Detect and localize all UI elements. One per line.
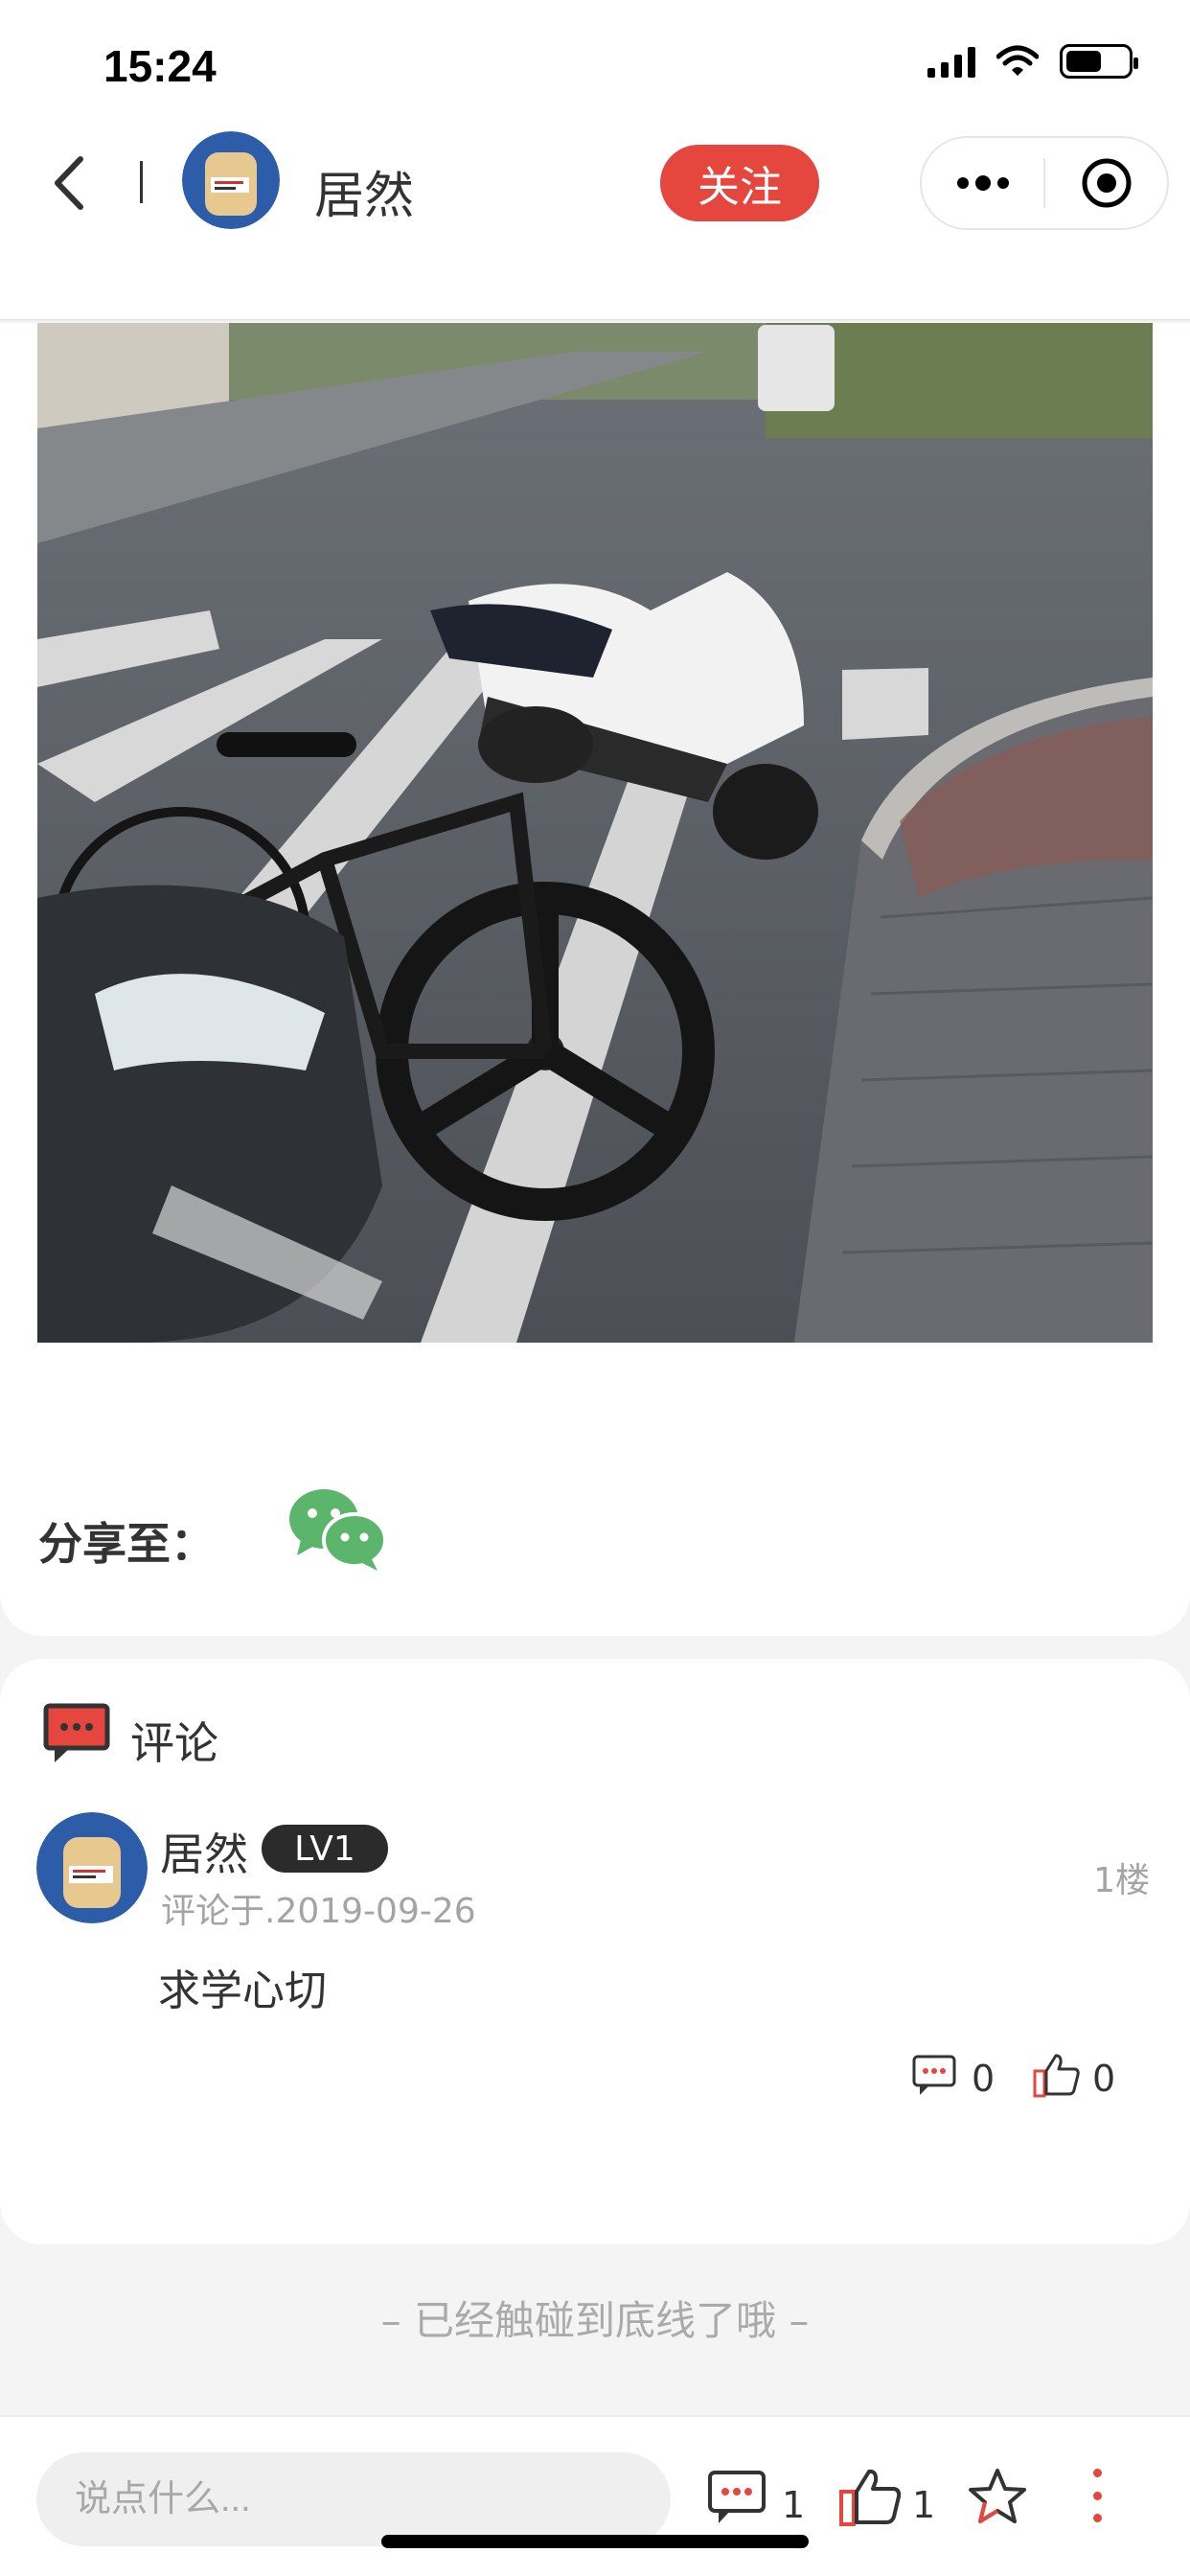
comment-section-icon [43, 1703, 110, 1762]
status-icons [927, 44, 1138, 79]
like-count: 1 [912, 2484, 936, 2526]
author-avatar[interactable] [182, 131, 280, 229]
post-photo[interactable] [37, 323, 1153, 1343]
wifi-icon [996, 45, 1039, 76]
battery-icon [1060, 44, 1138, 79]
comment-avatar[interactable] [36, 1812, 148, 1923]
mini-program-capsule [920, 136, 1169, 230]
thumbs-up-icon[interactable] [1033, 2052, 1081, 2098]
wechat-icon[interactable] [287, 1484, 387, 1573]
comment-date: 评论于.2019-09-26 [161, 1892, 476, 1931]
star-icon[interactable] [968, 2467, 1027, 2526]
comment-count: 1 [782, 2484, 806, 2526]
comments-section: 评论 居然 LV1 评论于.2019-09-26 1楼 求学心切 0 0 [0, 1659, 1190, 2244]
signal-icon [927, 45, 975, 78]
comment-icon[interactable] [912, 2055, 956, 2097]
share-label: 分享至： [38, 1518, 215, 1570]
comment-text: 求学心切 [158, 1966, 327, 2015]
comment-reply-count: 0 [972, 2058, 995, 2100]
comment-author[interactable]: 居然 [160, 1820, 248, 1883]
comment-input[interactable] [36, 2452, 671, 2546]
comments-title: 评论 [130, 1717, 218, 1769]
header: 15:24 居然 关注 [0, 0, 1190, 321]
end-of-list-text: – 已经触碰到底线了哦 – [380, 2297, 810, 2344]
status-time: 15:24 [103, 41, 217, 91]
thumbs-up-icon[interactable] [838, 2467, 902, 2526]
home-indicator [381, 2535, 809, 2548]
author-name[interactable]: 居然 [314, 155, 414, 227]
comment-like-count: 0 [1092, 2058, 1116, 2100]
post-card: 分享至： [0, 323, 1190, 1636]
nav-divider [140, 161, 143, 203]
bottom-bar: 1 1 [0, 2415, 1190, 2576]
vertical-more-icon[interactable] [1090, 2469, 1104, 2522]
comment-floor: 1楼 [1093, 1861, 1150, 1900]
back-arrow-icon[interactable] [46, 151, 94, 215]
comment-icon[interactable] [707, 2470, 767, 2525]
target-icon[interactable] [1045, 157, 1167, 209]
level-badge: LV1 [262, 1825, 388, 1873]
follow-button[interactable]: 关注 [660, 145, 819, 221]
more-dots-icon[interactable] [922, 175, 1043, 191]
